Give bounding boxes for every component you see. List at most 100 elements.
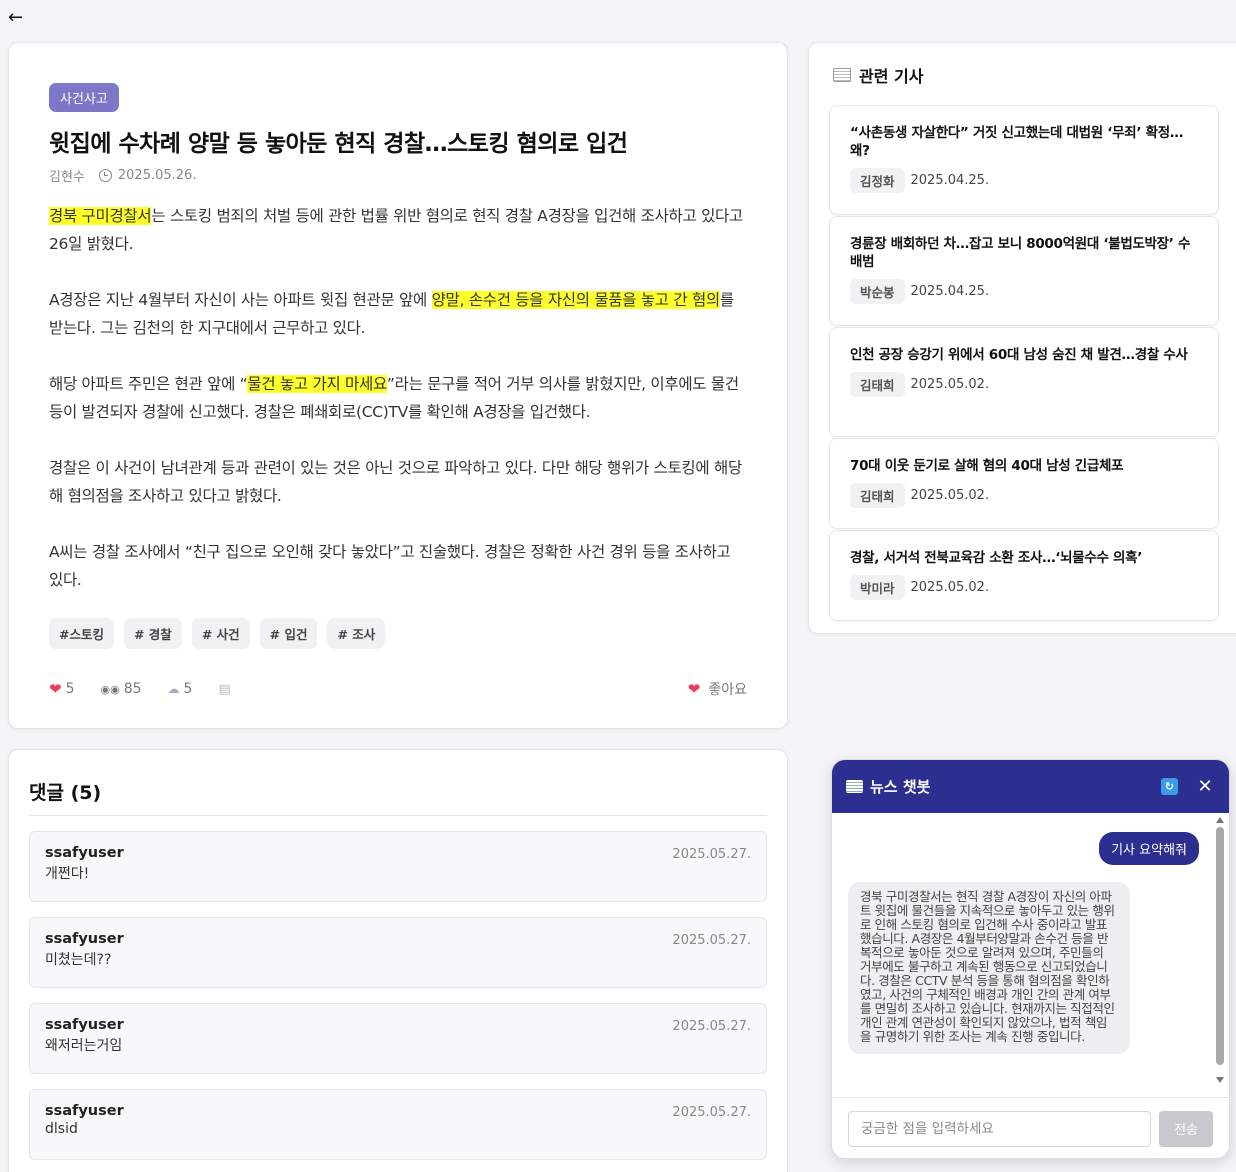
related-article-author: 박미라 (850, 575, 905, 600)
bot-message: 경북 구미경찰서는 현직 경찰 A경장이 자신의 아파트 윗집에 물건들을 지속… (848, 882, 1130, 1054)
comments-title: 댓글 (5) (29, 778, 767, 816)
chat-messages: 기사 요약해줘 경북 구미경찰서는 현직 경찰 A경장이 자신의 아파트 윗집에… (832, 813, 1229, 1097)
article-stats: ❤ 5 ◉◉ 85 ☁ 5 ▤ ❤ 좋아요 (49, 679, 747, 699)
comment-date: 2025.05.27. (672, 847, 751, 862)
related-article-date: 2025.05.02. (910, 377, 990, 392)
related-article-item[interactable]: 경륜장 배회하던 차…잡고 보니 8000억원대 ‘불법도박장’ 수배범 박순봉… (829, 216, 1219, 326)
related-title-row: 관련 기사 (833, 63, 1227, 87)
related-article-author: 김태희 (850, 483, 905, 508)
related-article-author: 박순봉 (850, 279, 905, 304)
article-body: 경북 구미경찰서는 스토킹 범죄의 처벌 등에 관한 법률 위반 혐의로 현직 … (49, 202, 747, 594)
related-article-title: 경륜장 배회하던 차…잡고 보니 8000억원대 ‘불법도박장’ 수배범 (850, 236, 1191, 270)
document-icon[interactable]: ▤ (218, 682, 230, 697)
comment-item: ssafyuser 개쩐다! 2025.05.27. (29, 831, 767, 902)
text: 는 스토킹 범죄의 처벌 등에 관한 법률 위반 혐의로 현직 경찰 A경장을 … (49, 207, 743, 253)
comment-user: ssafyuser (45, 931, 124, 947)
news-chatbot: 뉴스 챗봇 ↻ ✕ 기사 요약해줘 경북 구미경찰서는 현직 경찰 A경장이 자… (831, 759, 1230, 1159)
paragraph-1: 경북 구미경찰서는 스토킹 범죄의 처벌 등에 관한 법률 위반 혐의로 현직 … (49, 202, 747, 258)
article-card: 사건사고 윗집에 수차례 양말 등 놓아둔 현직 경찰…스토킹 혐의로 입건 김… (8, 42, 788, 729)
related-article-author: 김정화 (850, 168, 905, 193)
text: 해당 아파트 주민은 현관 앞에 “ (49, 375, 248, 393)
scroll-up-arrow-icon[interactable] (1216, 817, 1224, 823)
comment-text: 왜저러는거임 (45, 1038, 123, 1054)
comments-card: 댓글 (5) ssafyuser 개쩐다! 2025.05.27. ssafyu… (8, 749, 788, 1172)
comment-text: 미쳤는데?? (45, 952, 112, 968)
related-list: “사촌동생 자살한다” 거짓 신고했는데 대법원 ‘무죄’ 확정… 왜? 김정화… (829, 105, 1219, 621)
newspaper-icon (833, 68, 851, 82)
article-author: 김현수 (49, 170, 85, 185)
speech-bubble-icon: ☁ (167, 682, 180, 696)
related-title: 관련 기사 (859, 67, 924, 86)
scrollbar-thumb[interactable] (1216, 827, 1224, 1065)
view-count-value: 85 (123, 681, 142, 697)
article-meta: 김현수 2025.05.26. (49, 166, 747, 185)
comment-user: ssafyuser (45, 1017, 124, 1033)
like-button-label: 좋아요 (708, 682, 747, 698)
tag-list: #스토킹 # 경찰 # 사건 # 입건 # 조사 (49, 618, 747, 649)
article-date-wrap: 2025.05.26. (98, 168, 197, 183)
comment-date: 2025.05.27. (672, 933, 751, 948)
related-article-title: 70대 이웃 둔기로 살해 혐의 40대 남성 긴급체포 (850, 458, 1124, 474)
text: A경장은 지난 4월부터 자신이 사는 아파트 윗집 현관문 앞에 (49, 291, 432, 309)
tag[interactable]: # 조사 (327, 618, 386, 649)
related-article-title: 경찰, 서거석 전북교육감 소환 조사…‘뇌물수수 의혹’ (850, 550, 1143, 566)
related-article-meta: 김태희 2025.05.02. (850, 483, 1198, 508)
eyes-icon: ◉◉ (100, 682, 120, 696)
related-article-date: 2025.05.02. (910, 580, 990, 595)
article-title: 윗집에 수차례 양말 등 놓아둔 현직 경찰…스토킹 혐의로 입건 (49, 131, 628, 157)
refresh-icon[interactable]: ↻ (1161, 778, 1178, 795)
comment-date: 2025.05.27. (672, 1019, 751, 1034)
article-date: 2025.05.26. (117, 168, 197, 183)
related-article-author: 김태희 (850, 372, 905, 397)
comment-item: ssafyuser 미쳤는데?? 2025.05.27. (29, 917, 767, 988)
related-article-meta: 김정화 2025.04.25. (850, 168, 1198, 193)
comment-item: ssafyuser 왜저러는거임 2025.05.27. (29, 1003, 767, 1074)
chat-scrollbar[interactable] (1215, 817, 1225, 1083)
comment-text: 개쩐다! (45, 866, 90, 882)
comment-date: 2025.05.27. (672, 1105, 751, 1120)
chatbot-header: 뉴스 챗봇 ↻ ✕ (832, 760, 1229, 813)
clock-icon (98, 169, 112, 182)
chat-input[interactable] (848, 1110, 1152, 1147)
paragraph-4: 경찰은 이 사건이 남녀관계 등과 관련이 있는 것은 아닌 것으로 파악하고 … (49, 459, 742, 505)
related-article-item[interactable]: 경찰, 서거석 전북교육감 소환 조사…‘뇌물수수 의혹’ 박미라 2025.05… (829, 530, 1219, 621)
back-arrow-icon[interactable]: ← (8, 8, 28, 28)
related-article-date: 2025.05.02. (910, 488, 990, 503)
related-article-item[interactable]: “사촌동생 자살한다” 거짓 신고했는데 대법원 ‘무죄’ 확정… 왜? 김정화… (829, 105, 1219, 215)
tag[interactable]: # 입건 (259, 618, 318, 649)
like-button[interactable]: ❤ 좋아요 (688, 679, 747, 699)
heart-icon: ❤ (687, 680, 701, 698)
comment-text: dlsid (45, 1121, 78, 1137)
comment-count: ☁ 5 (168, 681, 193, 697)
related-article-item[interactable]: 인천 공장 승강기 위에서 60대 남성 숨진 채 발견…경찰 수사 김태희 20… (829, 327, 1219, 437)
related-article-title: 인천 공장 승강기 위에서 60대 남성 숨진 채 발견…경찰 수사 (850, 347, 1188, 363)
newspaper-icon (846, 780, 863, 793)
category-badge[interactable]: 사건사고 (49, 83, 119, 112)
user-message: 기사 요약해줘 (1099, 832, 1199, 865)
close-icon[interactable]: ✕ (1195, 776, 1215, 797)
paragraph-5: A씨는 경찰 조사에서 “친구 집으로 오인해 갖다 놓았다”고 진술했다. 경… (49, 543, 731, 589)
highlight: 경북 구미경찰서 (49, 207, 152, 225)
send-button[interactable]: 전송 (1159, 1110, 1213, 1147)
related-article-meta: 박미라 2025.05.02. (850, 575, 1198, 600)
paragraph-3: 해당 아파트 주민은 현관 앞에 “물건 놓고 가지 마세요”라는 문구를 적어… (49, 370, 747, 426)
related-article-item[interactable]: 70대 이웃 둔기로 살해 혐의 40대 남성 긴급체포 김태희 2025.05.… (829, 438, 1219, 529)
view-count: ◉◉ 85 (101, 681, 142, 697)
heart-icon: ❤ (49, 680, 62, 698)
paragraph-2: A경장은 지난 4월부터 자신이 사는 아파트 윗집 현관문 앞에 양말, 손수… (49, 286, 747, 342)
tag[interactable]: # 사건 (191, 618, 250, 649)
scroll-down-arrow-icon[interactable] (1216, 1077, 1224, 1083)
related-article-meta: 김태희 2025.05.02. (850, 372, 1198, 397)
related-article-date: 2025.04.25. (910, 173, 990, 188)
chat-input-bar: 전송 (832, 1097, 1229, 1158)
comment-item: ssafyuser dlsid 2025.05.27. (29, 1089, 767, 1160)
like-count-value: 5 (65, 681, 75, 697)
related-article-date: 2025.04.25. (910, 284, 990, 299)
chatbot-title: 뉴스 챗봇 (870, 778, 931, 796)
tag[interactable]: # 경찰 (123, 618, 182, 649)
comment-user: ssafyuser (45, 1103, 124, 1119)
tag[interactable]: #스토킹 (49, 618, 114, 649)
comment-count-value: 5 (183, 681, 193, 697)
comment-user: ssafyuser (45, 845, 124, 861)
related-article-title: “사촌동생 자살한다” 거짓 신고했는데 대법원 ‘무죄’ 확정… 왜? (850, 125, 1184, 159)
